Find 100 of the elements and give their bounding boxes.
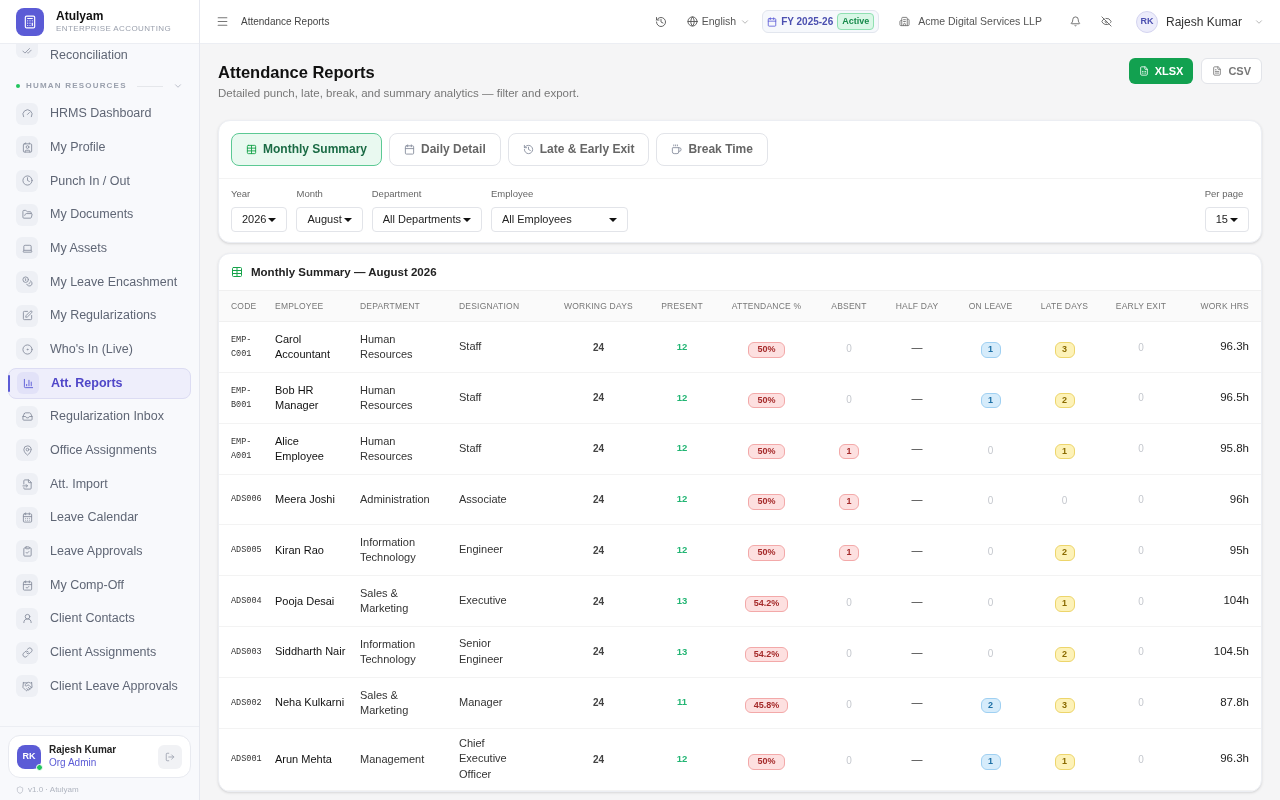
nav-item[interactable]: Client Leave Approvals (8, 670, 191, 702)
user-avatar[interactable]: RK (1135, 10, 1158, 33)
table-cell: 13 (648, 626, 716, 678)
filter-select[interactable]: 2026 (231, 207, 288, 233)
company-name[interactable]: Acme Digital Services LLP (918, 13, 1042, 30)
count-badge: 1 (839, 443, 859, 460)
csv-button[interactable]: CSV (1201, 58, 1262, 84)
filter-label: Department (371, 186, 423, 201)
logout-button[interactable] (158, 744, 182, 769)
filter-select[interactable]: August (296, 207, 363, 233)
calendar-icon (404, 143, 415, 155)
nav-item[interactable]: My Comp-Off (8, 569, 191, 601)
xlsx-button[interactable]: XLSX (1128, 58, 1194, 84)
calendar-icon (767, 16, 778, 27)
nav-item[interactable]: My Profile (8, 131, 191, 163)
tab[interactable]: Daily Detail (389, 132, 501, 166)
table-cell: EMP-C001 (219, 321, 275, 373)
nav-item[interactable]: My Leave Encashment (8, 266, 191, 298)
table-cell: — (881, 626, 953, 678)
nav-item[interactable]: My Assets (8, 232, 191, 264)
count-badge: 1 (839, 494, 859, 510)
table-cell: 12 (648, 728, 716, 790)
count-badge: 2 (1054, 646, 1075, 663)
table-cell: ADS005 (219, 524, 275, 576)
table-cell: Executive (459, 575, 549, 627)
table-cell: EMP-B001 (219, 372, 275, 424)
nav-item[interactable]: HRMS Dashboard (8, 98, 191, 129)
nav-item[interactable]: Leave Approvals (8, 535, 191, 567)
user-role: Org Admin (49, 756, 98, 769)
tab[interactable]: Monthly Summary (231, 132, 382, 166)
filter-label: Month (296, 186, 324, 201)
fiscal-year-selector[interactable]: FY 2025-26 Active (762, 9, 880, 34)
count-badge: 3 (1054, 342, 1075, 358)
percentage-badge: 50% (748, 494, 785, 510)
eye-off-icon[interactable] (1100, 16, 1112, 27)
table-cell: Senior Engineer (459, 626, 549, 678)
column-header: LATE DAYS (1028, 290, 1101, 322)
table-cell: 12 (648, 524, 716, 576)
breadcrumb: Attendance Reports (241, 15, 330, 29)
table-cell: Human Resources (360, 321, 459, 373)
menu-icon[interactable] (216, 15, 229, 28)
calendar-check-icon (16, 574, 38, 597)
table-cell: 96.3h (1181, 321, 1261, 373)
tab[interactable]: Break Time (656, 132, 768, 166)
handshake-icon (16, 675, 38, 698)
table-cell: Chief Executive Officer (459, 728, 549, 790)
nav-item[interactable]: My Documents (8, 199, 191, 231)
filter-select[interactable]: All Departments (371, 207, 482, 233)
language-select[interactable]: English (686, 13, 751, 30)
percentage-badge: 50% (748, 342, 785, 358)
history-icon[interactable] (654, 15, 667, 28)
history-icon (522, 143, 534, 155)
table-cell: Information Technology (360, 524, 459, 576)
nav-item[interactable]: Office Assignments (8, 434, 191, 466)
table-cell: Kiran Rao (275, 524, 360, 576)
table-cell: ADS006 (219, 474, 275, 525)
table-cell: Staff (459, 423, 549, 474)
caret-icon (463, 217, 471, 222)
nav-item[interactable]: Leave Calendar (8, 502, 191, 534)
nav-item[interactable]: Reconciliation (8, 44, 191, 66)
nav-item[interactable]: My Regularizations (8, 300, 191, 332)
table-cell: — (881, 677, 953, 728)
per-page-select[interactable]: 15 (1204, 207, 1249, 233)
table-cell: Administration (360, 474, 459, 525)
tab[interactable]: Late & Early Exit (507, 132, 650, 166)
nav-item[interactable]: Punch In / Out (8, 165, 191, 197)
column-header: EMPLOYEE (275, 290, 360, 322)
table-cell: Carol Accountant (275, 321, 360, 373)
percentage-badge: 50% (748, 443, 785, 460)
table-cell: 96.5h (1181, 372, 1261, 424)
nav-item[interactable]: Att. Import (8, 468, 191, 500)
percentage-badge: 54.2% (744, 646, 789, 663)
count-badge: 2 (1054, 545, 1075, 561)
column-header: ON LEAVE (953, 290, 1028, 322)
fiscal-year: FY 2025-26 (781, 15, 834, 29)
table-cell: — (881, 474, 953, 525)
notification-icon[interactable] (1069, 16, 1081, 27)
table-cell: 24 (549, 321, 648, 373)
count-badge: 2 (980, 697, 1001, 714)
table-cell: EMP-A001 (219, 423, 275, 474)
nav-item[interactable]: Regularization Inbox (8, 401, 191, 433)
column-header: WORKING DAYS (549, 290, 648, 322)
user-name[interactable]: Rajesh Kumar (1165, 12, 1242, 31)
table-cell: Alice Employee (275, 423, 360, 474)
column-header: DESIGNATION (459, 290, 549, 322)
table-cell: Pooja Desai (275, 575, 360, 627)
table-cell: 104h (1181, 575, 1261, 627)
filter-select[interactable]: All Employees (491, 207, 628, 233)
nav-item[interactable]: Who's In (Live) (8, 333, 191, 365)
table-cell: 95.8h (1181, 423, 1261, 474)
filter-label: Year (231, 186, 252, 201)
file-import-icon (16, 473, 38, 496)
nav-item[interactable]: Client Contacts (8, 603, 191, 635)
filter-label: Per page (1204, 186, 1245, 201)
clipboard-check-icon (16, 540, 38, 563)
nav-item[interactable]: Att. Reports (8, 367, 191, 399)
count-badge: 1 (980, 392, 1001, 409)
table-cell: 24 (549, 423, 648, 474)
table-cell: Bob HR Manager (275, 372, 360, 424)
nav-item[interactable]: Client Assignments (8, 637, 191, 668)
